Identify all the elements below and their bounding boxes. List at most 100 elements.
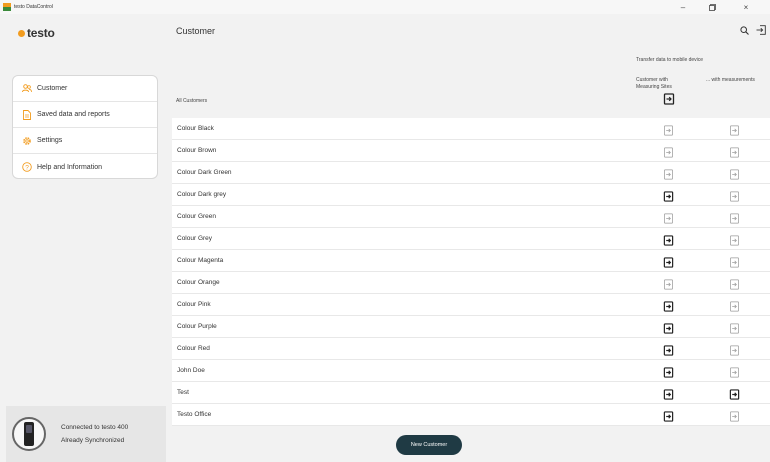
- transfer-measurements-inactive-icon[interactable]: [729, 167, 740, 180]
- transfer-sites-active-icon[interactable]: [663, 255, 674, 268]
- device-status-text: Connected to testo 400 Already Synchroni…: [61, 421, 128, 447]
- customer-row[interactable]: Test: [172, 382, 770, 404]
- logo-text: testo: [27, 26, 55, 40]
- transfer-measurements-inactive-icon[interactable]: [729, 211, 740, 224]
- customer-row[interactable]: Testo Office: [172, 404, 770, 426]
- transfer-sites-inactive-icon[interactable]: [663, 123, 674, 136]
- sidebar-item-customer[interactable]: Customer: [13, 76, 157, 102]
- transfer-sites-active-icon[interactable]: [663, 189, 674, 202]
- transfer-measurements-inactive-icon[interactable]: [729, 343, 740, 356]
- transfer-measurements-inactive-icon[interactable]: [729, 299, 740, 312]
- customer-row[interactable]: Colour Black: [172, 118, 770, 140]
- customer-row[interactable]: Colour Pink: [172, 294, 770, 316]
- transfer-measurements-inactive-icon[interactable]: [729, 189, 740, 202]
- customer-name: Colour Dark Green: [177, 169, 232, 176]
- transfer-measurements-inactive-icon[interactable]: [729, 255, 740, 268]
- column-header-measurements: ... with measurements: [706, 77, 755, 83]
- device-status-panel: Connected to testo 400 Already Synchroni…: [6, 406, 166, 462]
- svg-text:?: ?: [25, 164, 29, 171]
- customer-name: Colour Pink: [177, 301, 211, 308]
- sidebar-item-label: Customer: [37, 85, 68, 92]
- help-icon: ?: [22, 162, 32, 172]
- transfer-sites-inactive-icon[interactable]: [663, 277, 674, 290]
- all-customers-label: All Customers: [176, 98, 208, 104]
- customer-name: Colour Green: [177, 213, 217, 220]
- sidebar-item-settings[interactable]: Settings: [13, 128, 157, 154]
- transfer-sites-inactive-icon[interactable]: [663, 211, 674, 224]
- customer-name: Colour Purple: [177, 323, 217, 330]
- customer-row[interactable]: Colour Grey: [172, 228, 770, 250]
- close-button[interactable]: ×: [733, 0, 759, 14]
- sidebar-menu: Customer Saved data and reports Settings…: [12, 75, 158, 179]
- gear-icon: [22, 136, 32, 146]
- main-content: Customer Transfer data to mobile device …: [166, 14, 770, 462]
- customer-row[interactable]: Colour Red: [172, 338, 770, 360]
- customer-name: Colour Black: [177, 125, 214, 132]
- restore-button[interactable]: [699, 0, 725, 14]
- customer-name: Colour Red: [177, 345, 210, 352]
- sidebar-item-help[interactable]: ? Help and Information: [13, 154, 157, 178]
- transfer-sites-active-icon[interactable]: [663, 387, 674, 400]
- transfer-all-icon[interactable]: [663, 93, 675, 105]
- customer-name: Test: [177, 389, 189, 396]
- customer-row[interactable]: Colour Orange: [172, 272, 770, 294]
- app-icon: [3, 3, 11, 11]
- device-sync-status: Already Synchronized: [61, 437, 125, 444]
- customer-row[interactable]: Colour Brown: [172, 140, 770, 162]
- import-button[interactable]: [755, 24, 767, 36]
- column-header-measuring-sites: Customer with Measuring Sites: [636, 77, 672, 91]
- device-connection-status: Connected to testo 400: [61, 424, 129, 431]
- search-icon: [739, 25, 749, 35]
- window-titlebar: testo DataControl – ×: [0, 0, 770, 14]
- transfer-measurements-inactive-icon[interactable]: [729, 277, 740, 290]
- sidebar-item-saved-data[interactable]: Saved data and reports: [13, 102, 157, 128]
- sidebar-item-label: Settings: [37, 137, 63, 144]
- page-title: Customer: [176, 26, 216, 36]
- sidebar-item-label: Help and Information: [37, 163, 102, 171]
- transfer-measurements-inactive-icon[interactable]: [729, 145, 740, 158]
- customer-name: Colour Dark grey: [177, 191, 227, 198]
- transfer-measurements-inactive-icon[interactable]: [729, 233, 740, 246]
- import-icon: [756, 25, 766, 35]
- transfer-data-label: Transfer data to mobile device: [636, 57, 704, 63]
- customer-name: Testo Office: [177, 411, 212, 418]
- customer-name: Colour Magenta: [177, 257, 224, 264]
- customers-icon: [22, 84, 32, 94]
- transfer-measurements-inactive-icon[interactable]: [729, 321, 740, 334]
- testo-device-icon: [24, 422, 34, 446]
- sidebar: testo Customer Saved data and reports Se…: [0, 14, 166, 462]
- transfer-sites-inactive-icon[interactable]: [663, 145, 674, 158]
- minimize-button[interactable]: –: [670, 0, 696, 14]
- transfer-sites-active-icon[interactable]: [663, 343, 674, 356]
- customer-row[interactable]: Colour Green: [172, 206, 770, 228]
- device-image: [12, 417, 46, 451]
- restore-icon: [708, 3, 716, 11]
- customer-name: Colour Brown: [177, 147, 217, 154]
- customer-row[interactable]: Colour Magenta: [172, 250, 770, 272]
- transfer-sites-active-icon[interactable]: [663, 321, 674, 334]
- transfer-sites-active-icon[interactable]: [663, 365, 674, 378]
- transfer-measurements-inactive-icon[interactable]: [729, 365, 740, 378]
- document-icon: [22, 109, 32, 120]
- customer-row[interactable]: Colour Dark grey: [172, 184, 770, 206]
- transfer-sites-active-icon[interactable]: [663, 409, 674, 422]
- new-customer-button[interactable]: New Customer: [396, 435, 462, 455]
- sidebar-item-label: Saved data and reports: [37, 111, 110, 118]
- testo-logo: testo: [18, 26, 55, 40]
- search-button[interactable]: [738, 24, 750, 36]
- customer-row[interactable]: Colour Purple: [172, 316, 770, 338]
- customer-name: Colour Orange: [177, 279, 220, 286]
- customer-name: John Doe: [177, 367, 205, 374]
- transfer-sites-active-icon[interactable]: [663, 233, 674, 246]
- column-header-line: Measuring Sites: [636, 84, 672, 90]
- transfer-measurements-active-icon[interactable]: [729, 387, 740, 400]
- transfer-sites-active-icon[interactable]: [663, 299, 674, 312]
- transfer-measurements-inactive-icon[interactable]: [729, 409, 740, 422]
- transfer-sites-inactive-icon[interactable]: [663, 167, 674, 180]
- transfer-measurements-inactive-icon[interactable]: [729, 123, 740, 136]
- logo-dot: [18, 29, 25, 37]
- window-title: testo DataControl: [14, 4, 53, 10]
- customer-table: Colour Black Colour Brown Colour Dark Gree…: [172, 118, 770, 426]
- customer-row[interactable]: Colour Dark Green: [172, 162, 770, 184]
- customer-row[interactable]: John Doe: [172, 360, 770, 382]
